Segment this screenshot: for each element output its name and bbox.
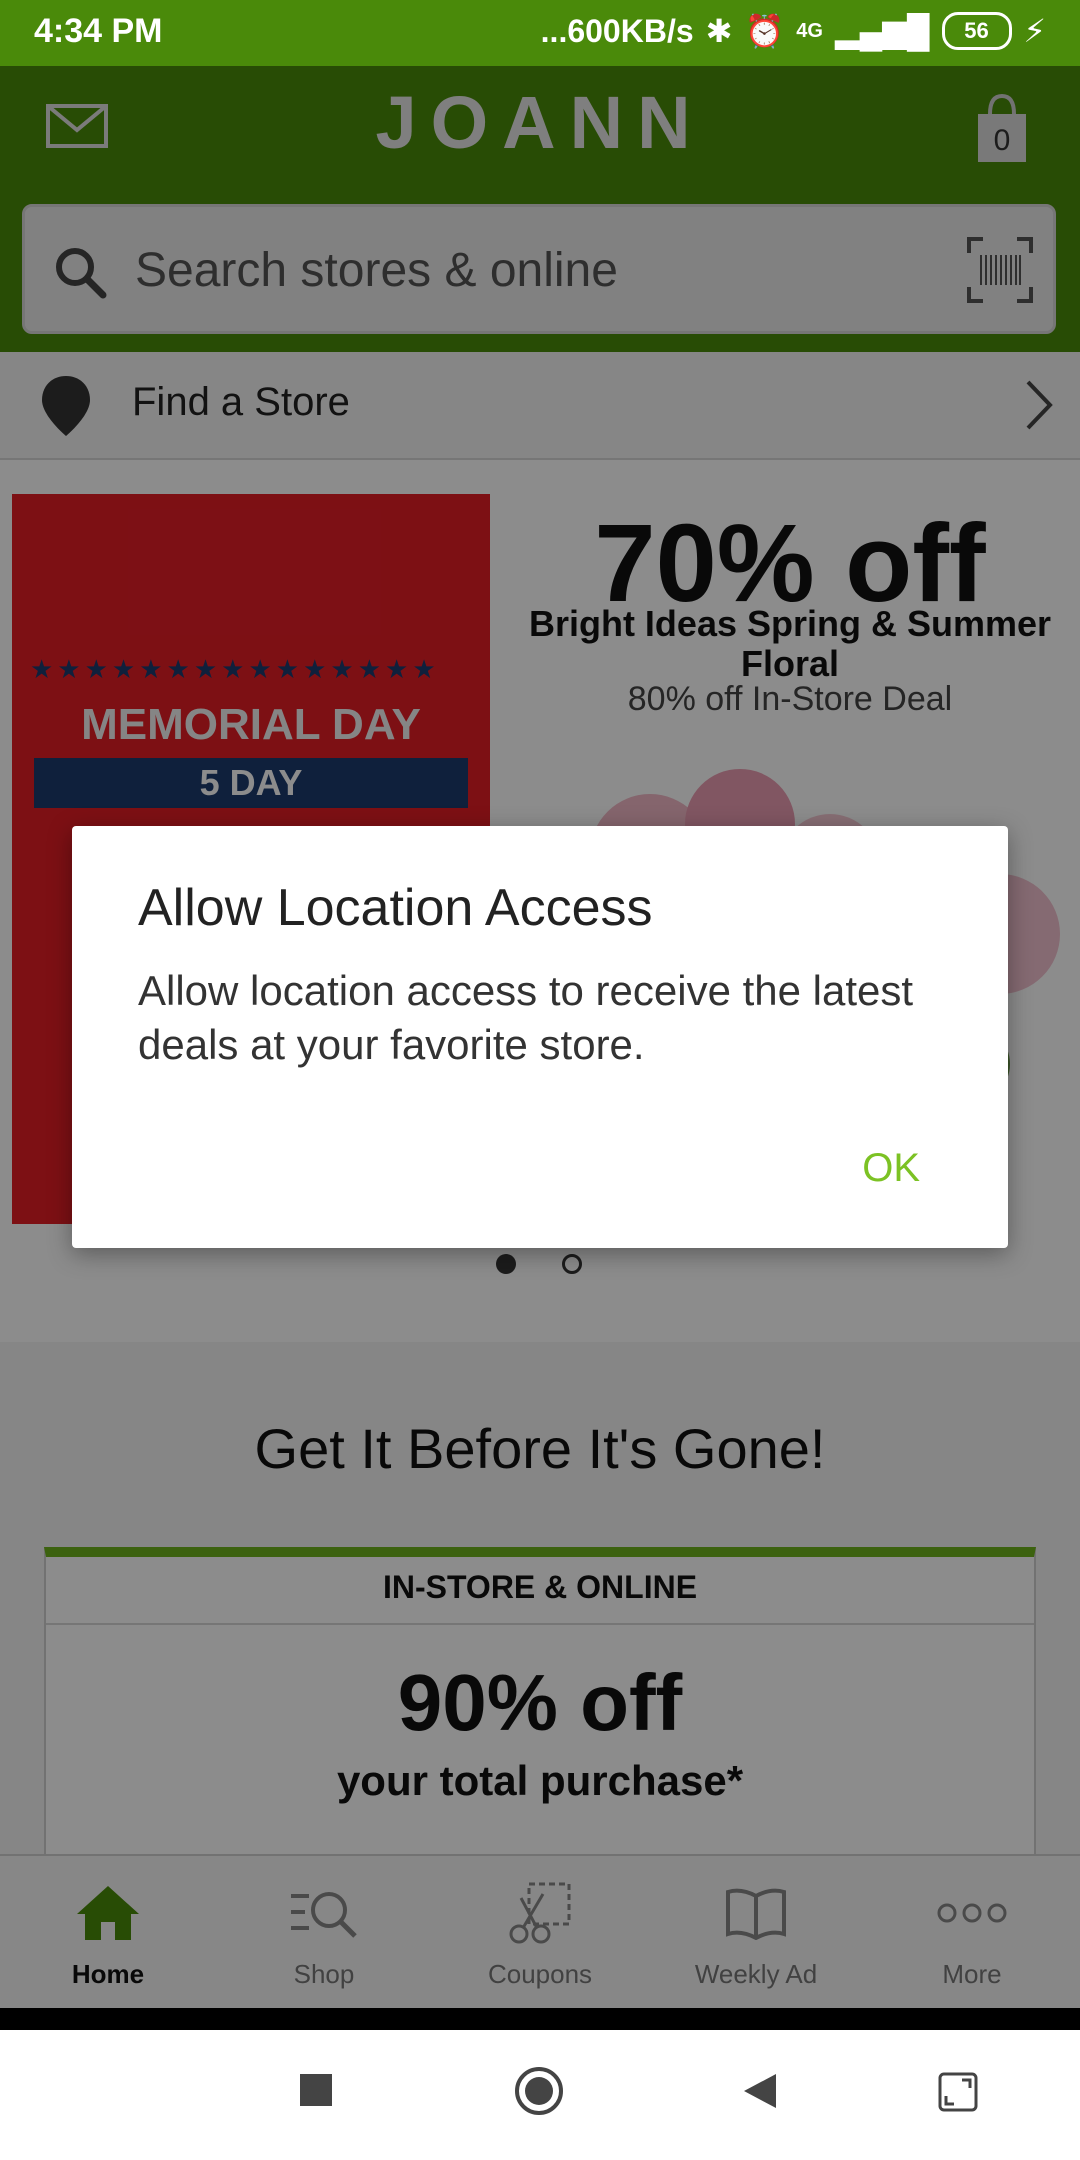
status-bar: 4:34 PM ...600KB/s ✱ ⏰ 4G ▂▄▆█ 56 ⚡ [0,0,1080,66]
system-nav-bar [0,2030,1080,2160]
battery-level: 56 [964,18,989,43]
home-button-icon[interactable] [514,2066,564,2116]
screen-resize-icon[interactable] [938,2072,978,2112]
back-icon[interactable] [742,2072,778,2110]
status-indicators: ...600KB/s ✱ ⏰ 4G ▂▄▆█ 56 ⚡ [541,12,1046,50]
location-permission-dialog: Allow Location Access Allow location acc… [72,826,1008,1248]
bluetooth-icon: ✱ [705,13,733,49]
status-time: 4:34 PM [34,12,163,50]
gesture-divider [0,2008,1080,2030]
alarm-icon: ⏰ [744,13,785,49]
signal-icon: ▂▄▆█ [834,13,930,49]
recents-icon[interactable] [298,2072,334,2108]
network-speed: ...600KB/s [540,12,694,49]
battery-icon: 56 [941,12,1012,50]
dialog-message: Allow location access to receive the lat… [138,967,914,1068]
charging-icon: ⚡ [1023,13,1046,49]
ok-button[interactable]: OK [862,1146,920,1191]
network-type: 4G [796,19,823,42]
dialog-title: Allow Location Access [138,879,653,937]
